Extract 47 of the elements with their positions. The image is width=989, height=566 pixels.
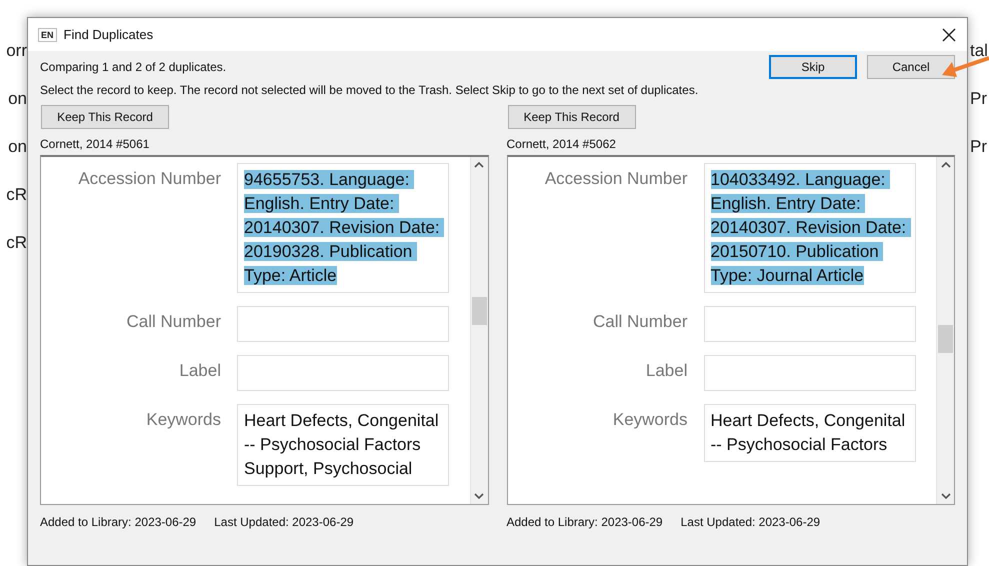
scroll-down-icon[interactable] — [474, 493, 484, 500]
window-title: Find Duplicates — [64, 27, 154, 42]
dialog-button[interactable]: Cancel — [867, 55, 955, 79]
scroll-thumb[interactable] — [938, 325, 953, 353]
close-icon[interactable] — [941, 26, 957, 42]
field-value[interactable] — [237, 306, 449, 342]
updated-date: Last Updated: 2023-06-29 — [680, 515, 820, 529]
scroll-up-icon[interactable] — [474, 161, 484, 168]
added-date: Added to Library: 2023-06-29 — [40, 515, 196, 529]
field-value[interactable] — [237, 355, 449, 391]
added-date: Added to Library: 2023-06-29 — [506, 515, 663, 529]
keep-record-button[interactable]: Keep This Record — [41, 105, 169, 129]
background-text: cR — [6, 184, 27, 206]
keep-record-button[interactable]: Keep This Record — [508, 105, 636, 129]
scroll-up-icon[interactable] — [940, 161, 950, 168]
field-value[interactable]: Heart Defects, Congenital -- Psychosocial Factors — [704, 404, 916, 462]
field-label: Call Number — [592, 311, 688, 333]
background-text: tal — [970, 40, 989, 62]
record-reference: Cornett, 2014 #5062 — [506, 137, 617, 151]
background-text: on — [8, 88, 27, 110]
scrollbar[interactable] — [936, 157, 954, 504]
app-badge: EN — [38, 28, 57, 42]
field-value[interactable]: 94655753. Language: English. Entry Date: 20140307. Revision Date: 20190328. Publication Type: Article — [237, 163, 449, 293]
background-text: Pr — [970, 88, 988, 110]
scroll-thumb[interactable] — [472, 297, 486, 325]
background-text: Pr — [970, 136, 988, 158]
background-text: on — [8, 136, 27, 158]
field-label: Label — [178, 360, 221, 382]
field-value[interactable] — [704, 355, 916, 391]
scrollbar[interactable] — [470, 157, 488, 504]
instructions-text: Select the record to keep. The record not selected will be moved to the Trash. Select Skip to go to the next set of duplicates. — [40, 83, 700, 97]
field-label: Call Number — [126, 311, 221, 333]
field-label: Accession Number — [544, 168, 688, 190]
field-label: Keywords — [145, 409, 221, 431]
field-label: Accession Number — [77, 168, 221, 190]
pointer-arrow — [942, 56, 989, 77]
field-label: Label — [644, 360, 688, 382]
record-reference: Cornett, 2014 #5061 — [40, 137, 150, 151]
field-value[interactable] — [704, 306, 916, 342]
scroll-down-icon[interactable] — [940, 493, 950, 500]
dialog-button[interactable]: Skip — [769, 55, 857, 79]
background-text: orr — [6, 40, 27, 62]
background-text: cR — [6, 232, 27, 254]
field-value[interactable]: Heart Defects, Congenital -- Psychosocial Factors Support, Psychosocial — [237, 404, 449, 486]
status-text: Comparing 1 and 2 of 2 duplicates. — [40, 60, 226, 74]
field-label: Keywords — [612, 409, 688, 431]
updated-date: Last Updated: 2023-06-29 — [214, 515, 354, 529]
